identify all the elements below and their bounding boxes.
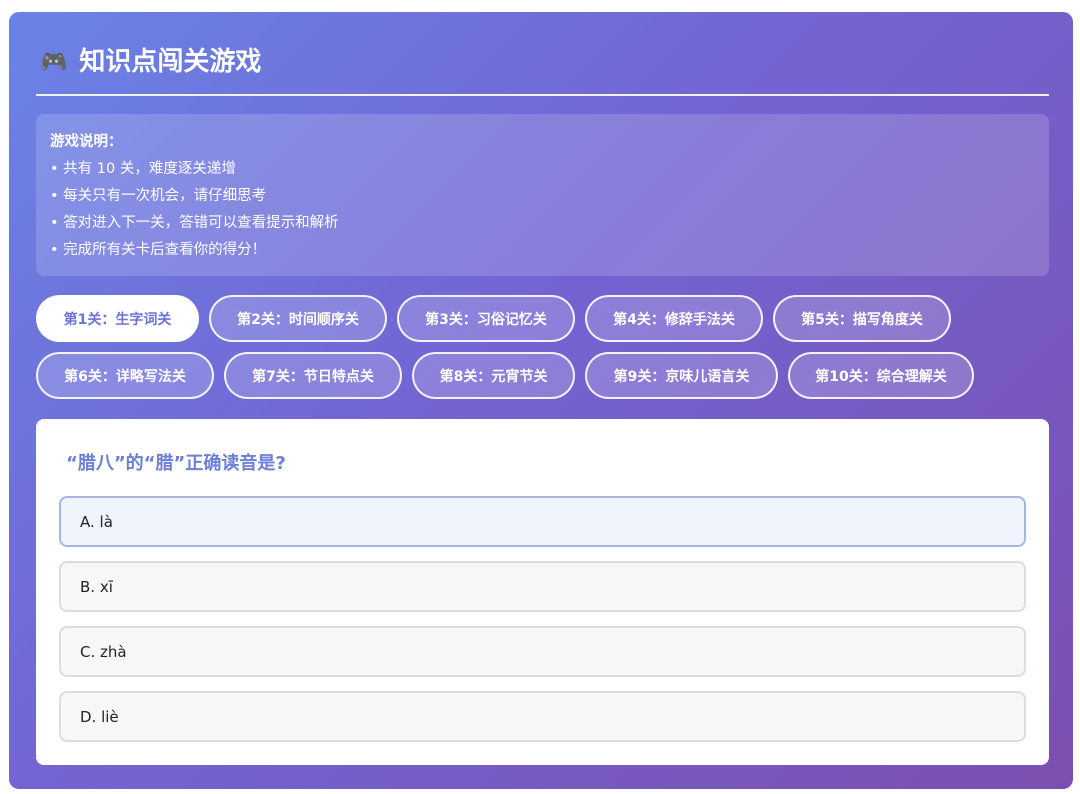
level-button-7[interactable]: 第7关：节日特点关 bbox=[224, 352, 402, 399]
game-card: 🎮 知识点闯关游戏 游戏说明： • 共有 10 关，难度逐关递增 • 每关只有一… bbox=[9, 12, 1073, 789]
level-button-2[interactable]: 第2关：时间顺序关 bbox=[209, 295, 387, 342]
page-title: 知识点闯关游戏 bbox=[79, 47, 262, 77]
instruction-item: • 每关只有一次机会，请仔细思考 bbox=[50, 188, 267, 204]
gamepad-icon: 🎮 bbox=[40, 50, 68, 75]
question-card: “腊八”的“腊”正确读音是? A. là B. xī C. zhà D. liè bbox=[36, 419, 1049, 765]
instructions-panel: 游戏说明： • 共有 10 关，难度逐关递增 • 每关只有一次机会，请仔细思考 … bbox=[36, 114, 1049, 276]
instructions-heading: 游戏说明： bbox=[50, 134, 123, 150]
answer-option-b[interactable]: B. xī bbox=[59, 561, 1026, 612]
page-header: 🎮 知识点闯关游戏 bbox=[36, 42, 1049, 96]
level-button-10[interactable]: 第10关：综合理解关 bbox=[788, 352, 974, 399]
level-button-6[interactable]: 第6关：详略写法关 bbox=[36, 352, 214, 399]
level-button-3[interactable]: 第3关：习俗记忆关 bbox=[397, 295, 575, 342]
level-row: 第1关：生字词关 第2关：时间顺序关 第3关：习俗记忆关 第4关：修辞手法关 第… bbox=[36, 295, 1049, 342]
level-row: 第6关：详略写法关 第7关：节日特点关 第8关：元宵节关 第9关：京味儿语言关 … bbox=[36, 352, 1049, 399]
question-text: “腊八”的“腊”正确读音是? bbox=[66, 453, 286, 474]
instruction-item: • 共有 10 关，难度逐关递增 bbox=[50, 161, 236, 177]
level-button-1[interactable]: 第1关：生字词关 bbox=[36, 295, 199, 342]
level-button-8[interactable]: 第8关：元宵节关 bbox=[412, 352, 575, 399]
instruction-item: • 完成所有关卡后查看你的得分！ bbox=[50, 242, 267, 258]
answer-option-d[interactable]: D. liè bbox=[59, 691, 1026, 742]
level-button-5[interactable]: 第5关：描写角度关 bbox=[773, 295, 951, 342]
instruction-item: • 答对进入下一关，答错可以查看提示和解析 bbox=[50, 215, 339, 231]
level-selector: 第1关：生字词关 第2关：时间顺序关 第3关：习俗记忆关 第4关：修辞手法关 第… bbox=[36, 295, 1049, 409]
answer-option-c[interactable]: C. zhà bbox=[59, 626, 1026, 677]
answer-option-a[interactable]: A. là bbox=[59, 496, 1026, 547]
level-button-9[interactable]: 第9关：京味儿语言关 bbox=[585, 352, 778, 399]
level-button-4[interactable]: 第4关：修辞手法关 bbox=[585, 295, 763, 342]
